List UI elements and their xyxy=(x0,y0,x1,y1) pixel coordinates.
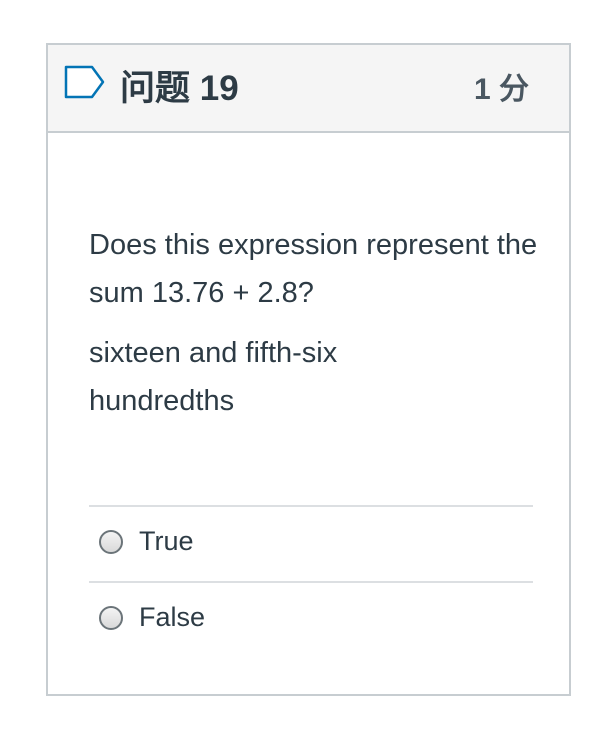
flag-icon[interactable] xyxy=(64,65,106,101)
radio-button-false[interactable] xyxy=(99,606,123,630)
question-card: 问题 19 1 分 Does this expression represent… xyxy=(46,43,571,696)
answer-option-true[interactable]: True xyxy=(89,505,533,581)
answer-label-false[interactable]: False xyxy=(139,599,205,635)
answer-list: True False xyxy=(89,505,533,657)
expression-text: sixteen and fifth-six hundredths xyxy=(89,337,338,417)
radio-button-true[interactable] xyxy=(99,530,123,554)
question-points: 1 分 xyxy=(473,73,529,106)
answer-label-true[interactable]: True xyxy=(139,523,194,559)
question-text: Does this expression represent the sum 1… xyxy=(89,229,538,309)
answer-option-false[interactable]: False xyxy=(89,581,533,657)
question-body: Does this expression represent the sum 1… xyxy=(89,221,539,425)
question-title: 问题 19 xyxy=(120,69,239,108)
question-header: 问题 19 1 分 xyxy=(48,45,569,133)
